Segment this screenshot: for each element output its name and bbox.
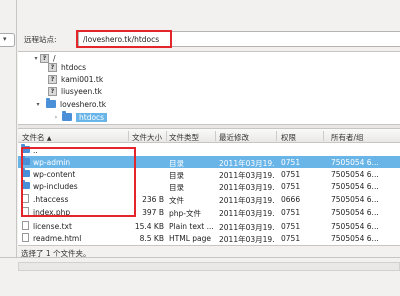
file-owner: 7505054 6... xyxy=(331,222,379,231)
expand-arrow-icon[interactable]: ▾ xyxy=(34,101,42,108)
file-list-header: 文件名 ▲ 文件大小 文件类型 最近修改 权限 所有者/组 xyxy=(18,129,400,143)
document-icon xyxy=(22,194,29,205)
file-permissions: 0751 xyxy=(281,234,301,243)
file-name: .htaccess xyxy=(33,195,69,204)
remote-file-list[interactable]: 文件名 ▲ 文件大小 文件类型 最近修改 权限 所有者/组 .. wp-admi… xyxy=(18,129,400,245)
file-row-wp-includes[interactable]: wp-includes 目录 2011年03月19... 0751 750505… xyxy=(18,180,400,192)
column-divider[interactable] xyxy=(276,131,277,141)
file-type: Plain text ... xyxy=(169,222,213,231)
column-divider[interactable] xyxy=(323,131,324,141)
file-row-htaccess[interactable]: .htaccess 236 B 文件 2011年03月19... 0666 75… xyxy=(18,193,400,205)
question-icon: ? xyxy=(48,86,57,96)
file-owner: 7505054 6... xyxy=(331,195,379,204)
file-row-wp-admin[interactable]: wp-admin 目录 2011年03月19... 0751 7505054 6… xyxy=(18,156,400,168)
folder-icon xyxy=(46,98,56,108)
remote-site-label: 远程站点: xyxy=(24,35,57,44)
column-modified[interactable]: 最近修改 xyxy=(219,132,249,143)
file-permissions: 0751 xyxy=(281,170,301,179)
column-owner[interactable]: 所有者/组 xyxy=(331,132,364,143)
file-owner: 7505054 6... xyxy=(331,170,379,179)
file-permissions: 0751 xyxy=(281,182,301,191)
file-modified: 2011年03月19... xyxy=(219,183,275,192)
folder-icon xyxy=(21,156,30,167)
folder-icon xyxy=(62,111,72,121)
document-icon xyxy=(22,207,29,218)
file-name: wp-admin xyxy=(33,158,71,167)
file-permissions: 0666 xyxy=(281,195,301,204)
expand-arrow-icon[interactable]: ▾ xyxy=(32,55,40,62)
file-owner: 7505054 6... xyxy=(331,182,379,191)
file-type: 目录 xyxy=(169,183,184,192)
local-site-dropdown[interactable]: ▾ xyxy=(0,33,15,47)
tree-item-label: htdocs xyxy=(76,112,108,122)
file-owner: 7505054 6... xyxy=(331,208,379,217)
file-row-wp-content[interactable]: wp-content 目录 2011年03月19... 0751 7505054… xyxy=(18,168,400,180)
column-size[interactable]: 文件大小 xyxy=(132,132,162,143)
column-divider[interactable] xyxy=(128,131,129,141)
file-size: 236 B xyxy=(142,195,164,204)
tree-item-label: liusyeen.tk xyxy=(61,86,102,96)
file-name: readme.html xyxy=(33,234,82,243)
file-row-index-php[interactable]: index.php 397 B php-文件 2011年03月19... 075… xyxy=(18,206,400,218)
file-type: php-文件 xyxy=(169,209,201,218)
question-icon: ? xyxy=(48,62,57,72)
folder-icon xyxy=(21,144,30,155)
remote-site-bar: 远程站点: /loveshero.tk/htdocs xyxy=(18,28,400,50)
file-name: license.txt xyxy=(33,222,72,231)
tree-item-liusyeen[interactable]: ? liusyeen.tk xyxy=(48,85,102,97)
horizontal-scrollbar[interactable] xyxy=(18,262,400,271)
file-name: index.php xyxy=(33,208,71,217)
tree-item-label: kami001.tk xyxy=(61,74,104,84)
file-owner: 7505054 6... xyxy=(331,158,379,167)
tree-item-htdocs-selected[interactable]: › htdocs xyxy=(52,111,108,123)
column-name[interactable]: 文件名 ▲ xyxy=(22,132,52,143)
status-bar: 选择了 1 个文件夹。 xyxy=(18,245,400,258)
file-permissions: 0751 xyxy=(281,208,301,217)
document-icon xyxy=(22,221,29,232)
file-name: wp-content xyxy=(33,170,76,179)
file-size: 8.5 KB xyxy=(139,234,164,243)
column-permissions[interactable]: 权限 xyxy=(281,132,296,143)
file-row-license[interactable]: license.txt 15.4 KB Plain text ... 2011年… xyxy=(18,220,400,232)
file-owner: 7505054 6... xyxy=(331,234,379,243)
column-type[interactable]: 文件类型 xyxy=(169,132,199,143)
file-modified: 2011年03月19... xyxy=(219,196,275,205)
file-size: 397 B xyxy=(142,208,164,217)
sort-ascending-icon: ▲ xyxy=(46,135,52,142)
tree-item-label: loveshero.tk xyxy=(60,99,107,109)
column-divider[interactable] xyxy=(215,131,216,141)
document-icon xyxy=(22,233,29,244)
file-permissions: 0751 xyxy=(281,158,301,167)
file-type: HTML page xyxy=(169,234,211,243)
chevron-down-icon: ▾ xyxy=(3,35,7,43)
chevron-right-icon: › xyxy=(54,113,58,121)
file-name: wp-includes xyxy=(33,182,78,191)
folder-icon xyxy=(21,168,30,179)
folder-icon xyxy=(21,180,30,191)
tree-item-label: htdocs xyxy=(61,62,87,72)
file-permissions: 0751 xyxy=(281,222,301,231)
file-row-readme[interactable]: readme.html 8.5 KB HTML page 2011年03月19.… xyxy=(18,232,400,244)
file-modified: 2011年03月19... xyxy=(219,209,275,218)
tree-item-htdocs[interactable]: ? htdocs xyxy=(48,61,86,73)
question-icon: ? xyxy=(48,74,57,84)
file-type: 文件 xyxy=(169,196,184,205)
tree-item-loveshero[interactable]: ▾ loveshero.tk xyxy=(34,98,106,110)
column-divider[interactable] xyxy=(166,131,167,141)
remote-path-input[interactable]: /loveshero.tk/htdocs xyxy=(78,31,400,47)
tree-item-kami001[interactable]: ? kami001.tk xyxy=(48,73,103,85)
file-size: 15.4 KB xyxy=(134,222,164,231)
file-name: .. xyxy=(33,146,38,155)
remote-directory-tree[interactable]: ▾ ? / ? htdocs ? kami001.tk ? liusyeen.t… xyxy=(18,51,400,124)
file-modified: 2011年03月19... xyxy=(219,235,275,244)
file-row-parent[interactable]: .. xyxy=(18,144,400,156)
